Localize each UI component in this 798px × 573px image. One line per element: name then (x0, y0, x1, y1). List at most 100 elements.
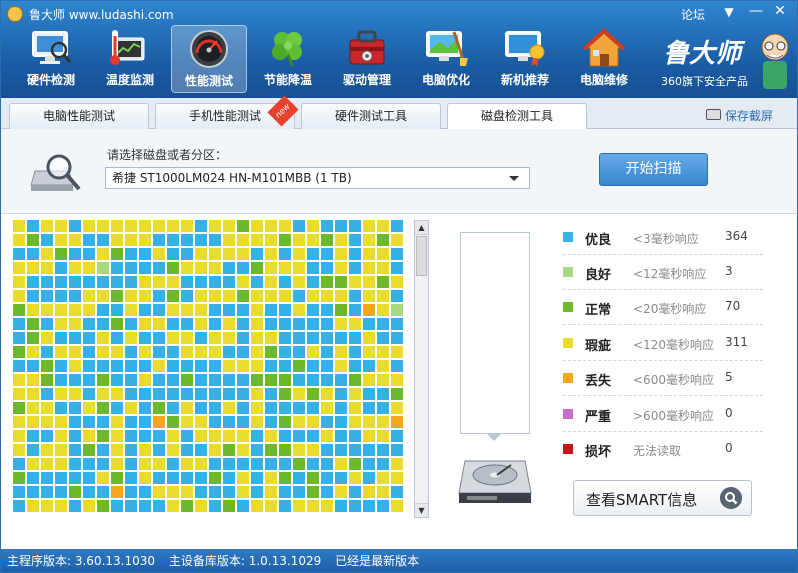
nav-pc-repair[interactable]: 电脑维修 (566, 25, 642, 93)
disk-block-excellent (139, 262, 151, 274)
disk-block-excellent (293, 332, 305, 344)
disk-block-excellent (265, 402, 277, 414)
disk-block-excellent (153, 332, 165, 344)
disk-block-excellent (83, 416, 95, 428)
disk-block-excellent (293, 220, 305, 232)
clover-icon (272, 32, 302, 67)
disk-block-flawed (321, 500, 333, 512)
disk-block-excellent (195, 276, 207, 288)
tab-pc-performance[interactable]: 电脑性能测试 (9, 103, 149, 129)
disk-block-normal (321, 276, 333, 288)
disk-block-flawed (13, 388, 25, 400)
nav-energy-saving[interactable]: 节能降温 (250, 25, 326, 93)
disk-block-flawed (363, 416, 375, 428)
disk-block-excellent (335, 388, 347, 400)
disk-block-flawed (55, 444, 67, 456)
disk-block-flawed (27, 416, 39, 428)
disk-block-normal (55, 248, 67, 260)
disk-block-normal (167, 416, 179, 428)
disk-block-excellent (41, 276, 53, 288)
nav-driver-management[interactable]: 驱动管理 (329, 25, 405, 93)
disk-block-flawed (13, 444, 25, 456)
disk-block-excellent (335, 444, 347, 456)
hard-drive-icon (458, 460, 532, 503)
disk-block-flawed (111, 458, 123, 470)
disk-block-excellent (139, 248, 151, 260)
disk-block-normal (293, 458, 305, 470)
disk-block-flawed (279, 220, 291, 232)
disk-block-normal (153, 402, 165, 414)
disk-block-excellent (307, 402, 319, 414)
disk-block-excellent (181, 444, 193, 456)
disk-block-flawed (83, 500, 95, 512)
disk-block-normal (349, 374, 361, 386)
disk-block-flawed (69, 346, 81, 358)
disk-block-normal (237, 290, 249, 302)
nav-pc-optimize[interactable]: 电脑优化 (408, 25, 484, 93)
disk-block-excellent (223, 304, 235, 316)
disk-block-excellent (363, 318, 375, 330)
brand-name: 鲁大师 (663, 39, 742, 69)
grid-scrollbar[interactable]: ▲ ▼ (414, 220, 429, 518)
nav-performance-test[interactable]: 性能测试 (171, 25, 247, 93)
disk-block-excellent (223, 374, 235, 386)
disk-block-excellent (55, 276, 67, 288)
nav-temperature[interactable]: 温度监测 (92, 25, 168, 93)
dropdown-menu-icon[interactable]: ▼ (721, 5, 737, 19)
close-icon[interactable]: ✕ (773, 3, 787, 19)
disk-block-excellent (251, 486, 263, 498)
disk-block-excellent (209, 234, 221, 246)
disk-block-excellent (83, 332, 95, 344)
scroll-down-icon[interactable]: ▼ (415, 503, 428, 517)
disk-block-excellent (69, 374, 81, 386)
disk-block-flawed (237, 360, 249, 372)
nav-label: 电脑优化 (421, 73, 470, 87)
start-scan-button[interactable]: 开始扫描 (599, 153, 708, 186)
disk-block-excellent (97, 444, 109, 456)
disk-block-excellent (349, 248, 361, 260)
disk-block-normal (111, 248, 123, 260)
disk-block-flawed (251, 416, 263, 428)
disk-block-excellent (223, 346, 235, 358)
disk-select-dropdown[interactable]: 希捷 ST1000LM024 HN-M101MBB (1 TB) (105, 167, 530, 189)
forum-link[interactable]: 论坛 (681, 6, 705, 23)
disk-block-excellent (209, 486, 221, 498)
tab-hardware-tools[interactable]: 硬件测试工具 (301, 103, 441, 129)
disk-block-flawed (41, 444, 53, 456)
disk-block-flawed (349, 318, 361, 330)
disk-block-flawed (195, 416, 207, 428)
minimize-icon[interactable]: — (749, 3, 763, 19)
disk-block-excellent (153, 444, 165, 456)
status-bar: 主程序版本: 3.60.13.1030 主设备库版本: 1.0.13.1029 … (1, 549, 797, 572)
disk-block-normal (279, 472, 291, 484)
disk-block-normal (307, 486, 319, 498)
nav-label: 电脑维修 (579, 73, 628, 87)
disk-block-flawed (307, 290, 319, 302)
disk-block-normal (97, 500, 109, 512)
tab-disk-check[interactable]: 磁盘检测工具 (447, 103, 587, 130)
disk-block-normal (265, 346, 277, 358)
disk-block-excellent (279, 318, 291, 330)
scroll-up-icon[interactable]: ▲ (415, 221, 428, 235)
disk-block-flawed (195, 262, 207, 274)
disk-block-excellent (111, 374, 123, 386)
disk-block-normal (335, 304, 347, 316)
disk-block-excellent (55, 360, 67, 372)
view-smart-button[interactable]: 查看SMART信息 (573, 480, 752, 516)
nav-hardware-check[interactable]: 硬件检测 (13, 25, 89, 93)
nav-new-pc-recommend[interactable]: 新机推荐 (487, 25, 563, 93)
scroll-thumb[interactable] (416, 236, 427, 276)
disk-block-flawed (391, 500, 403, 512)
disk-block-excellent (13, 458, 25, 470)
disk-block-normal (97, 374, 109, 386)
disk-block-flawed (321, 290, 333, 302)
save-screenshot-link[interactable]: 保存截屏 (706, 107, 773, 124)
disk-block-excellent (279, 276, 291, 288)
nav-label: 硬件检测 (26, 73, 75, 87)
disk-block-flawed (55, 234, 67, 246)
disk-block-flawed (349, 402, 361, 414)
disk-block-flawed (237, 444, 249, 456)
disk-block-excellent (125, 360, 137, 372)
legend-row-flawed: 瑕疵 <120毫秒响应 311 (563, 326, 763, 361)
legend-desc: <3毫秒响应 (633, 232, 699, 246)
